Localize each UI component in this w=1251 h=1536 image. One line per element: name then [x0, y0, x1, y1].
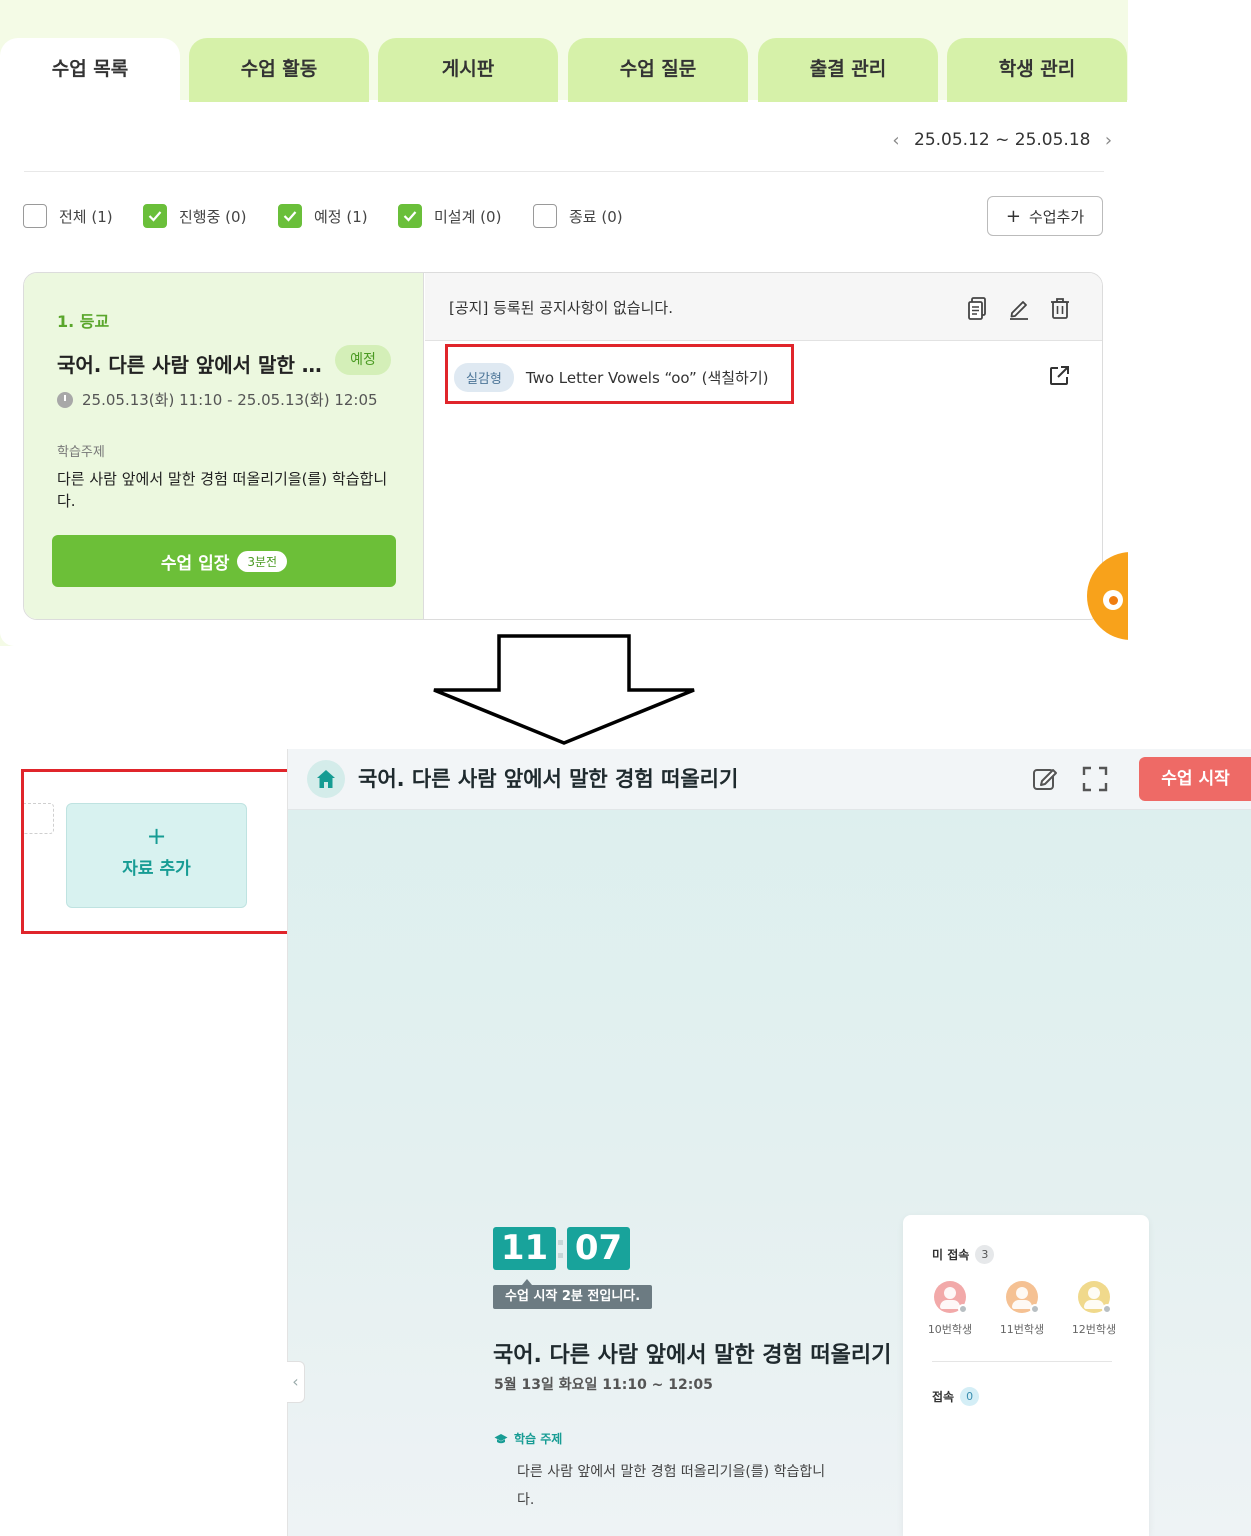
filter-scheduled[interactable]: 예정 (1)	[278, 203, 368, 229]
checkbox[interactable]	[23, 204, 47, 228]
student-avatar[interactable]: 10번학생	[920, 1281, 980, 1337]
week-range: 25.05.12 ~ 25.05.18	[914, 130, 1091, 150]
filter-label: 미설계 (0)	[434, 207, 502, 226]
edit-icon[interactable]	[1031, 765, 1059, 793]
chevron-left-icon[interactable]: ‹	[888, 130, 904, 151]
student-name: 10번학생	[927, 1323, 973, 1336]
add-lesson-button[interactable]: + 수업추가	[987, 196, 1103, 236]
divider	[932, 1361, 1112, 1362]
tab-lesson-list[interactable]: 수업 목록	[0, 38, 180, 102]
avatar	[934, 1281, 968, 1314]
timer-colon	[558, 1234, 564, 1264]
filter-in-progress[interactable]: 진행중 (0)	[143, 203, 246, 229]
filter-label: 진행중 (0)	[179, 207, 247, 226]
notice-bar: [공지] 등록된 공지사항이 없습니다.	[425, 273, 1102, 341]
filter-ended[interactable]: 종료 (0)	[533, 203, 623, 229]
student-name: 12번학생	[1071, 1323, 1117, 1336]
filter-label: 예정 (1)	[314, 207, 368, 226]
timer-tooltip: 수업 시작 2분 전입니다.	[493, 1279, 653, 1309]
mascot-icon[interactable]	[1087, 552, 1128, 640]
filter-label: 종료 (0)	[569, 207, 623, 226]
timer-minutes: 07	[567, 1227, 630, 1270]
topic-label: 학습주제	[57, 445, 105, 460]
filter-label: 전체 (1)	[59, 207, 113, 226]
trash-icon[interactable]	[1047, 295, 1073, 321]
check-icon	[148, 211, 162, 222]
highlight-box	[21, 769, 309, 934]
tab-attendance[interactable]: 출결 관리	[758, 38, 938, 102]
online-count: 0	[960, 1387, 980, 1406]
topic-text: 다른 사람 앞에서 말한 경험 떠올리기을(를) 학습합니다.	[57, 470, 388, 510]
lesson-period: 1. 등교	[57, 312, 110, 331]
absent-label: 미 접속	[932, 1248, 970, 1262]
avatar	[1078, 1281, 1112, 1314]
classroom-title: 국어. 다른 사람 앞에서 말한 경험 떠올리기	[358, 767, 739, 791]
plus-icon: +	[1005, 205, 1021, 227]
graduation-cap-icon	[494, 1433, 508, 1443]
absent-header: 미 접속 3	[932, 1245, 995, 1264]
divider	[24, 171, 1104, 172]
status-badge: 예정	[335, 345, 391, 375]
copy-icon[interactable]	[965, 295, 991, 321]
subject-text: 다른 사람 앞에서 말한 경험 떠올리기을(를) 학습합니다.	[517, 1464, 826, 1508]
student-name: 11번학생	[999, 1323, 1045, 1336]
filter-all[interactable]: 전체 (1)	[23, 203, 113, 229]
absent-count: 3	[975, 1245, 995, 1264]
highlight-box	[445, 344, 794, 404]
student-avatar[interactable]: 11번학생	[992, 1281, 1052, 1337]
home-icon	[317, 770, 335, 788]
week-navigator: ‹ 25.05.12 ~ 25.05.18 ›	[888, 126, 1116, 154]
enter-lesson-button[interactable]: 수업 입장 3분전	[52, 535, 396, 587]
edit-icon[interactable]	[1006, 295, 1032, 321]
collapse-sidebar-button[interactable]: ‹	[287, 1361, 305, 1403]
filter-undesigned[interactable]: 미설계 (0)	[398, 203, 501, 229]
lesson-summary: 1. 등교 국어. 다른 사람 앞에서 말한 … 예정 25.05.13(화) …	[24, 273, 424, 619]
subject-label: 학습 주제	[514, 1432, 563, 1446]
classroom-header: 국어. 다른 사람 앞에서 말한 경험 떠올리기 수업 시작	[288, 749, 1251, 810]
online-label: 접속	[932, 1390, 955, 1404]
enter-lesson-label: 수업 입장	[160, 553, 230, 574]
checkbox-checked[interactable]	[398, 204, 422, 228]
lesson-card: 1. 등교 국어. 다른 사람 앞에서 말한 … 예정 25.05.13(화) …	[23, 272, 1103, 620]
tab-lesson-activity[interactable]: 수업 활동	[189, 38, 369, 102]
tab-lesson-questions[interactable]: 수업 질문	[568, 38, 748, 102]
avatar	[1006, 1281, 1040, 1314]
tab-board[interactable]: 게시판	[378, 38, 558, 102]
countdown-badge: 3분전	[237, 550, 288, 572]
checkbox[interactable]	[533, 204, 557, 228]
home-button[interactable]	[307, 760, 345, 798]
notice-text: [공지] 등록된 공지사항이 없습니다.	[449, 299, 673, 317]
clock-icon	[57, 391, 73, 408]
down-arrow-icon	[433, 634, 695, 745]
start-lesson-button[interactable]: 수업 시작	[1139, 757, 1251, 801]
checkbox-checked[interactable]	[143, 204, 167, 228]
add-lesson-label: 수업추가	[1028, 207, 1085, 226]
chevron-right-icon[interactable]: ›	[1100, 130, 1116, 151]
checkbox-checked[interactable]	[278, 204, 302, 228]
timer-hours: 11	[493, 1227, 556, 1270]
check-icon	[283, 211, 297, 222]
student-avatar[interactable]: 12번학생	[1064, 1281, 1124, 1337]
fullscreen-icon[interactable]	[1081, 765, 1109, 793]
online-header: 접속 0	[932, 1387, 980, 1406]
attendance-panel: 미 접속 3 10번학생 11번학생 12번학생 접속 0	[903, 1215, 1149, 1536]
lesson-big-title: 국어. 다른 사람 앞에서 말한 경험 떠올리기	[493, 1343, 892, 1368]
subject-header: 학습 주제	[494, 1430, 562, 1447]
check-icon	[403, 211, 417, 222]
lesson-date: 5월 13일 화요일 11:10 ~ 12:05	[494, 1377, 713, 1393]
tab-student-management[interactable]: 학생 관리	[947, 38, 1127, 102]
lesson-time-text: 25.05.13(화) 11:10 - 25.05.13(화) 12:05	[82, 391, 378, 409]
external-link-icon[interactable]	[1047, 364, 1071, 388]
lesson-time: 25.05.13(화) 11:10 - 25.05.13(화) 12:05	[57, 389, 378, 410]
lesson-title[interactable]: 국어. 다른 사람 앞에서 말한 …	[57, 349, 332, 378]
